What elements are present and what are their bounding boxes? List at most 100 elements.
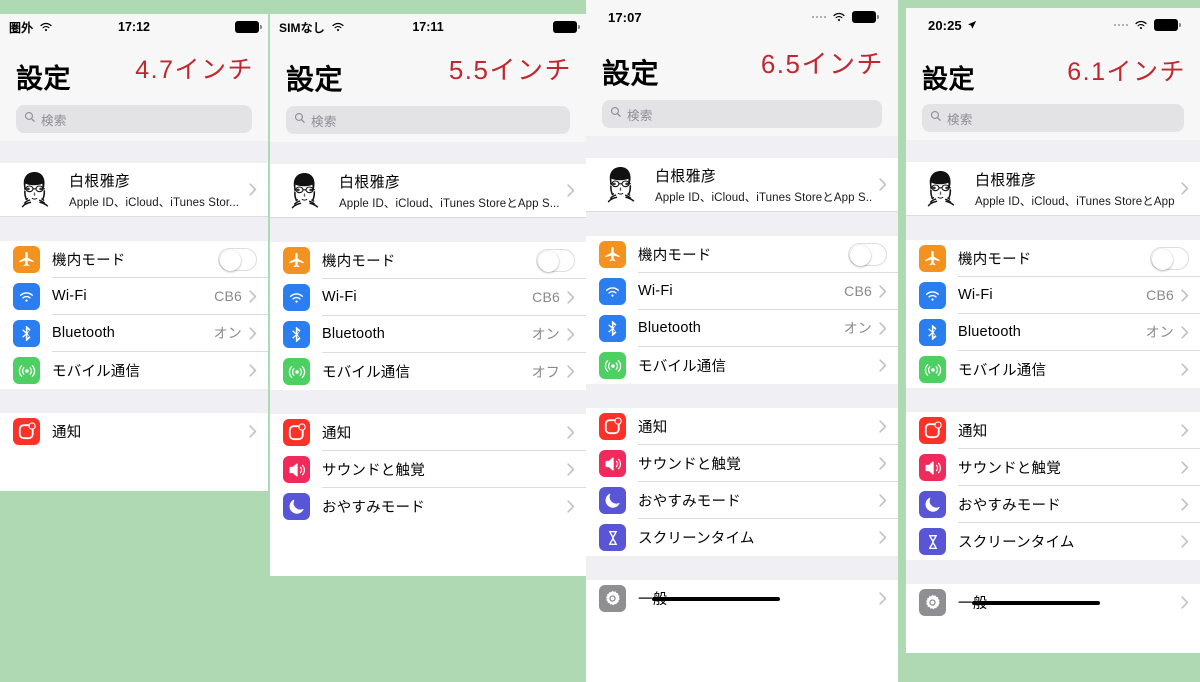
bluetooth-icon — [919, 319, 946, 346]
settings-row-bluetooth[interactable]: Bluetooth オン — [906, 314, 1200, 351]
settings-row-label: サウンドと触覚 — [958, 460, 1061, 477]
airplane-icon — [919, 245, 946, 272]
settings-row-screentime[interactable]: スクリーンタイム — [586, 519, 898, 556]
settings-header: 設定 6.1インチ 検索 — [906, 42, 1200, 140]
chevron-right-icon — [567, 425, 575, 439]
settings-row-cellular[interactable]: モバイル通信 — [906, 351, 1200, 388]
chevron-right-icon — [1181, 182, 1189, 195]
airplane-mode-toggle[interactable] — [536, 248, 575, 272]
size-annotation: 5.5インチ — [448, 55, 572, 85]
airplane-mode-toggle[interactable] — [218, 247, 257, 271]
apple-id-profile-row[interactable]: 白根雅彦 Apple ID、iCloud、iTunes StoreとApp S.… — [270, 164, 586, 218]
general-group: 一般 — [586, 580, 898, 617]
settings-row-label: Bluetooth — [638, 320, 702, 336]
settings-row-notifications[interactable]: 通知 — [270, 414, 586, 451]
wifi-status-icon — [38, 21, 54, 33]
settings-row-wifi[interactable]: Wi-Fi CB6 — [0, 278, 268, 315]
notification-badge-icon — [919, 417, 946, 444]
settings-row-bluetooth[interactable]: Bluetooth オン — [270, 316, 586, 353]
airplane-mode-toggle[interactable] — [1150, 246, 1189, 270]
gear-icon — [919, 589, 946, 616]
settings-row-label: モバイル通信 — [638, 359, 727, 375]
status-left: 20:25 — [928, 18, 977, 33]
settings-row-wifi[interactable]: Wi-Fi CB6 — [270, 279, 586, 316]
status-bar: SIMなし 17:11 — [270, 14, 586, 40]
cellular-icon — [919, 356, 946, 383]
profile-name: 白根雅彦 — [655, 167, 717, 185]
search-input[interactable]: 検索 — [286, 106, 570, 134]
settings-row-label: モバイル通信 — [52, 364, 141, 380]
settings-row-notifications[interactable]: 通知 — [586, 408, 898, 445]
connectivity-group: 機内モード Wi-Fi CB6 Bluetooth オン モバイル通信 — [586, 236, 898, 384]
search-input[interactable]: 検索 — [602, 100, 882, 128]
apple-id-profile-row[interactable]: 白根雅彦 Apple ID、iCloud、iTunes StoreとApp S.… — [586, 158, 898, 212]
chevron-right-icon — [567, 327, 575, 341]
apple-id-profile-row[interactable]: 白根雅彦 Apple ID、iCloud、iTunes StoreとApp S.… — [906, 162, 1200, 216]
notifications-group: 通知 サウンドと触覚 おやすみモード — [270, 414, 586, 525]
settings-row-airplane[interactable]: 機内モード — [906, 240, 1200, 277]
home-indicator — [652, 596, 780, 601]
settings-row-notifications[interactable]: 通知 — [0, 413, 268, 450]
avatar — [283, 169, 326, 212]
wifi-icon — [13, 283, 40, 310]
settings-row-cellular[interactable]: モバイル通信 — [0, 352, 268, 389]
row-value: CB6 — [844, 283, 872, 299]
signal-dots-icon — [1113, 23, 1128, 27]
wifi-status-icon — [831, 11, 847, 23]
row-value: オン — [213, 325, 242, 341]
settings-row-label: おやすみモード — [322, 500, 425, 516]
chevron-right-icon — [879, 178, 887, 191]
settings-row-label: 通知 — [322, 425, 352, 442]
settings-row-wifi[interactable]: Wi-Fi CB6 — [586, 273, 898, 310]
search-icon — [610, 105, 622, 123]
panel-6-5: 17:07 設定 6.5インチ 検索 白根雅彦 Apple ID、iCloud、… — [586, 0, 898, 682]
row-value: CB6 — [1146, 287, 1174, 303]
chevron-right-icon — [1181, 535, 1189, 548]
settings-row-bluetooth[interactable]: Bluetooth オン — [586, 310, 898, 347]
settings-row-airplane[interactable]: 機内モード — [270, 242, 586, 279]
settings-row-screentime[interactable]: スクリーンタイム — [906, 523, 1200, 560]
notifications-group: 通知 サウンドと触覚 おやすみモード スクリーンタイム — [586, 408, 898, 556]
settings-row-bluetooth[interactable]: Bluetooth オン — [0, 315, 268, 352]
avatar — [13, 168, 56, 211]
search-input[interactable]: 検索 — [16, 105, 252, 133]
settings-row-label: おやすみモード — [638, 493, 741, 510]
settings-row-dnd[interactable]: おやすみモード — [906, 486, 1200, 523]
settings-row-sounds[interactable]: サウンドと触覚 — [906, 449, 1200, 486]
apple-id-profile-row[interactable]: 白根雅彦 Apple ID、iCloud、iTunes Stor... — [0, 163, 268, 217]
chevron-right-icon — [567, 365, 575, 378]
settings-row-wifi[interactable]: Wi-Fi CB6 — [906, 277, 1200, 314]
profile-subtitle: Apple ID、iCloud、iTunes StoreとApp S... — [339, 197, 560, 210]
status-time: 20:25 — [928, 17, 962, 33]
settings-row-general[interactable]: 一般 — [906, 584, 1200, 621]
settings-row-notifications[interactable]: 通知 — [906, 412, 1200, 449]
settings-row-cellular[interactable]: モバイル通信 オフ — [270, 353, 586, 390]
cellular-icon — [283, 358, 310, 385]
settings-row-label: 通知 — [958, 423, 988, 440]
settings-row-dnd[interactable]: おやすみモード — [270, 488, 586, 525]
section-gap — [0, 217, 268, 241]
settings-row-airplane[interactable]: 機内モード — [586, 236, 898, 273]
row-value: オン — [1145, 324, 1174, 340]
chevron-right-icon — [249, 289, 257, 303]
settings-row-label: Wi-Fi — [958, 287, 993, 303]
search-input[interactable]: 検索 — [922, 104, 1184, 132]
battery-icon — [235, 21, 262, 33]
cellular-icon — [599, 352, 626, 379]
settings-row-general[interactable]: 一般 — [586, 580, 898, 617]
settings-row-airplane[interactable]: 機内モード — [0, 241, 268, 278]
airplane-mode-toggle[interactable] — [848, 242, 887, 266]
settings-row-sounds[interactable]: サウンドと触覚 — [586, 445, 898, 482]
settings-row-cellular[interactable]: モバイル通信 — [586, 347, 898, 384]
settings-row-label: モバイル通信 — [958, 363, 1047, 379]
settings-row-label: 機内モード — [638, 247, 712, 264]
settings-row-sounds[interactable]: サウンドと触覚 — [270, 451, 586, 488]
search-placeholder: 検索 — [41, 113, 67, 128]
status-bar: 17:07 — [586, 0, 898, 34]
bluetooth-icon — [599, 315, 626, 342]
settings-row-label: サウンドと触覚 — [638, 456, 741, 473]
chevron-right-icon — [567, 290, 575, 304]
notifications-group: 通知 — [0, 413, 268, 450]
speaker-icon — [283, 456, 310, 483]
settings-row-dnd[interactable]: おやすみモード — [586, 482, 898, 519]
